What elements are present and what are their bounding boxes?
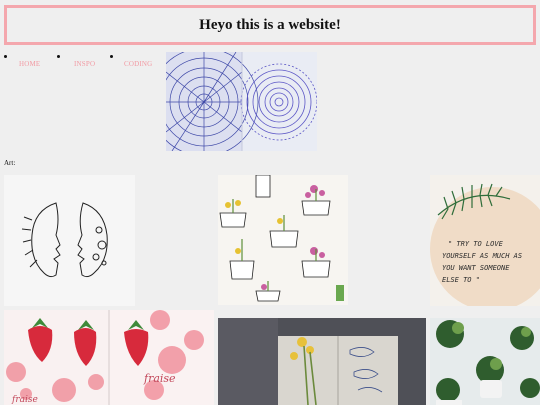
site-title: Heyo this is a website! xyxy=(199,16,341,33)
art-image-plants xyxy=(430,318,540,405)
art-image-sketchbook xyxy=(218,318,426,405)
nav-link-coding[interactable]: CODING xyxy=(124,60,152,68)
art-image-strawberries: fraise fraise xyxy=(4,310,214,405)
bullet-icon xyxy=(110,55,113,58)
nav-link-inspo[interactable]: INSPO xyxy=(74,60,95,68)
bullet-icon xyxy=(57,55,60,58)
site-header: Heyo this is a website! xyxy=(4,5,536,45)
art-image-quote: " TRY TO LOVE YOURSELF AS MUCH AS YOU WA… xyxy=(430,175,540,306)
gallery-heading: Art: xyxy=(4,159,16,167)
bullet-icon xyxy=(4,55,7,58)
quote-text: " TRY TO LOVE YOURSELF AS MUCH AS YOU WA… xyxy=(442,240,523,284)
banner-image xyxy=(166,52,317,151)
handwritten-note: fraise xyxy=(143,372,176,385)
svg-text:fraise: fraise xyxy=(11,395,38,405)
nav-link-home[interactable]: HOME xyxy=(19,60,40,68)
art-image-flower-cups xyxy=(218,175,348,305)
main-nav: HOME INSPO CODING xyxy=(0,52,170,72)
art-image-faces xyxy=(4,175,135,306)
